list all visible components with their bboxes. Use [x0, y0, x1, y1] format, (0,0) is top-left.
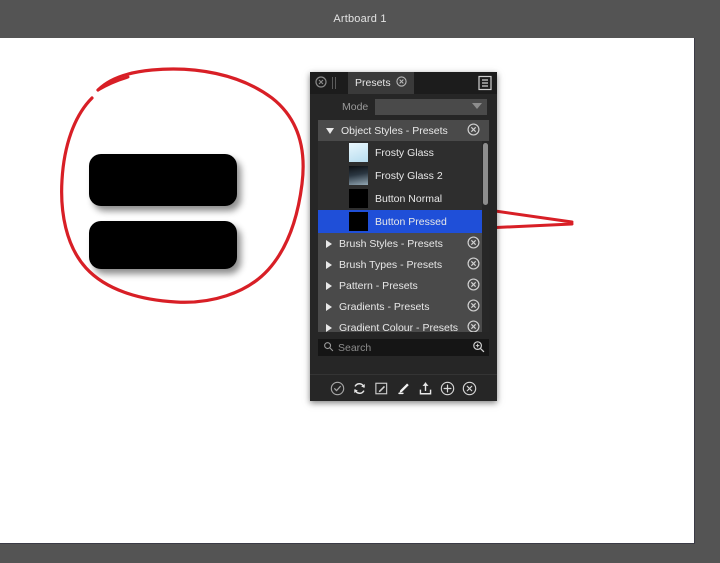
triangle-right-icon[interactable] [326, 239, 332, 248]
section-label: Object Styles - Presets [341, 124, 448, 137]
section-close-icon[interactable] [467, 278, 480, 294]
preset-swatch [349, 166, 368, 185]
list-scrollbar[interactable] [482, 141, 489, 332]
triangle-right-icon[interactable] [326, 260, 332, 269]
section-label: Gradients - Presets [339, 300, 430, 313]
plus-circle-icon[interactable] [440, 381, 455, 396]
presets-panel[interactable]: Presets Mode Object Styles - Presets Fro… [310, 72, 497, 401]
triangle-right-icon[interactable] [326, 281, 332, 290]
panel-close-icon[interactable] [315, 75, 327, 91]
section-label: Gradient Colour - Presets [339, 321, 459, 333]
artwork-button-normal[interactable] [89, 154, 237, 206]
panel-drag-handle[interactable] [332, 77, 340, 89]
list-item-button-pressed[interactable]: Button Pressed [318, 210, 489, 233]
section-label: Brush Styles - Presets [339, 237, 443, 250]
window-title-bar: Artboard 1 [0, 0, 720, 38]
section-close-icon[interactable] [467, 299, 480, 315]
list-item-label: Button Pressed [375, 215, 447, 228]
section-header-brush-styles[interactable]: Brush Styles - Presets [318, 233, 489, 254]
panel-bottom-toolbar[interactable] [310, 374, 497, 401]
section-close-icon[interactable] [467, 257, 480, 273]
mode-label: Mode [342, 101, 369, 113]
section-label: Brush Types - Presets [339, 258, 443, 271]
upload-icon[interactable] [418, 381, 433, 396]
edit-square-icon[interactable] [374, 381, 389, 396]
search-placeholder: Search [338, 341, 372, 354]
triangle-down-icon[interactable] [326, 127, 334, 134]
section-header-object-styles[interactable]: Object Styles - Presets [318, 120, 489, 141]
list-item-label: Frosty Glass 2 [375, 169, 443, 182]
artwork-button-pressed[interactable] [89, 221, 237, 269]
list-scrollbar-thumb[interactable] [483, 143, 488, 205]
preset-swatch [349, 212, 368, 231]
pen-icon[interactable] [396, 381, 411, 396]
section-close-icon[interactable] [467, 236, 480, 252]
list-item-frosty-glass[interactable]: Frosty Glass [318, 141, 489, 164]
section-header-gradient-colour[interactable]: Gradient Colour - Presets [318, 317, 489, 332]
refresh-icon[interactable] [352, 381, 367, 396]
section-header-gradients[interactable]: Gradients - Presets [318, 296, 489, 317]
preset-list[interactable]: Object Styles - Presets Frosty Glass Fro… [318, 120, 489, 332]
preset-swatch [349, 143, 368, 162]
preset-swatch [349, 189, 368, 208]
page-title: Artboard 1 [333, 13, 387, 25]
check-circle-icon[interactable] [330, 381, 345, 396]
list-item-frosty-glass-2[interactable]: Frosty Glass 2 [318, 164, 489, 187]
search-zoom-icon[interactable] [472, 340, 485, 356]
section-label: Pattern - Presets [339, 279, 418, 292]
triangle-right-icon[interactable] [326, 302, 332, 311]
section-close-icon[interactable] [467, 123, 480, 139]
search-field[interactable]: Search [318, 339, 489, 356]
panel-tab-bar[interactable]: Presets [310, 72, 497, 94]
list-item-label: Frosty Glass [375, 146, 434, 159]
section-header-brush-types[interactable]: Brush Types - Presets [318, 254, 489, 275]
tab-presets-close-icon[interactable] [395, 76, 407, 90]
section-header-pattern[interactable]: Pattern - Presets [318, 275, 489, 296]
close-circle-icon[interactable] [462, 381, 477, 396]
hamburger-menu-icon[interactable] [477, 75, 493, 91]
chevron-down-icon [472, 103, 482, 109]
search-icon [323, 341, 334, 355]
mode-row: Mode [310, 94, 497, 120]
list-item-button-normal[interactable]: Button Normal [318, 187, 489, 210]
tab-presets-label: Presets [355, 77, 391, 89]
mode-select[interactable] [375, 99, 487, 115]
triangle-right-icon[interactable] [326, 323, 332, 332]
list-item-label: Button Normal [375, 192, 443, 205]
tab-presets[interactable]: Presets [348, 72, 414, 94]
section-close-icon[interactable] [467, 320, 480, 332]
